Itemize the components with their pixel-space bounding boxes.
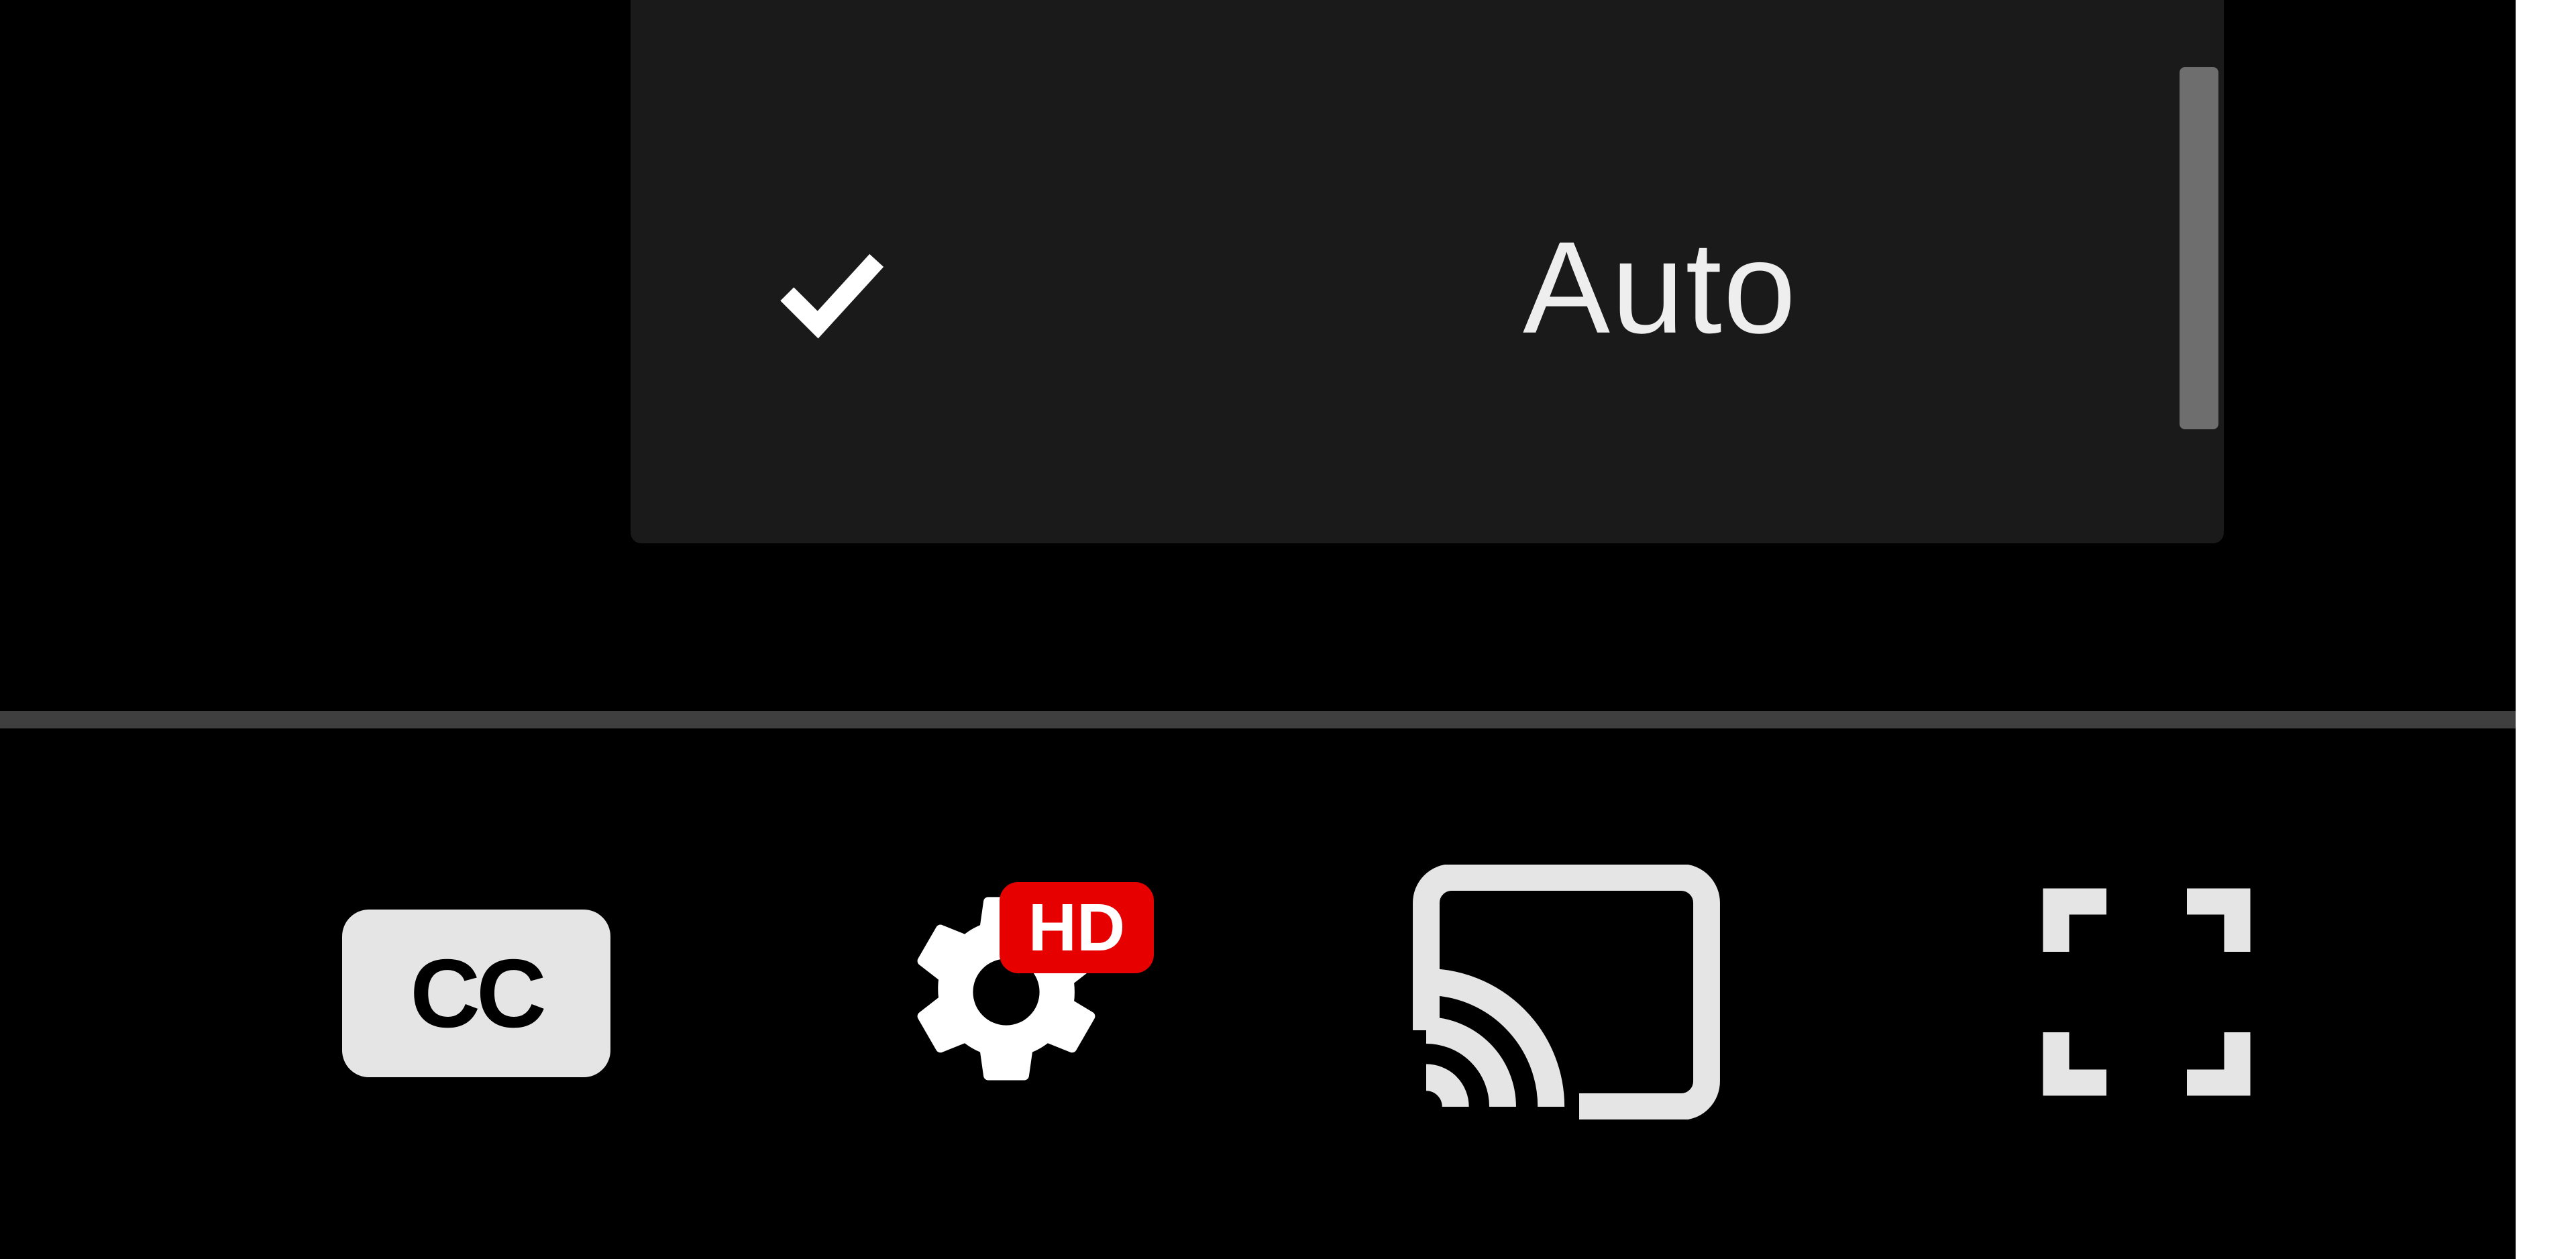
quality-option-label: Auto: [1523, 213, 1797, 363]
menu-scrollbar-thumb[interactable]: [2180, 67, 2218, 429]
hd-badge: HD: [1000, 882, 1154, 973]
hd-badge-label: HD: [1028, 889, 1125, 967]
cast-icon: [1412, 865, 1721, 1123]
subtitles-button[interactable]: CC: [335, 899, 617, 1087]
fullscreen-icon: [2026, 871, 2267, 1116]
cc-label: CC: [410, 938, 542, 1050]
cc-icon: CC: [342, 910, 610, 1077]
cast-button[interactable]: [1409, 859, 1724, 1128]
video-player: Auto CC HD: [0, 0, 2516, 1259]
menu-scrollbar[interactable]: [2174, 0, 2224, 543]
quality-option-auto[interactable]: Auto: [631, 121, 2163, 470]
settings-button[interactable]: HD: [865, 853, 1147, 1134]
progress-bar[interactable]: [0, 711, 2516, 728]
checkmark-icon: [765, 221, 899, 355]
quality-menu: Auto: [631, 0, 2224, 543]
player-controls: CC HD: [0, 728, 2516, 1258]
fullscreen-button[interactable]: [2012, 859, 2281, 1128]
quality-menu-list: Auto: [631, 0, 2163, 543]
